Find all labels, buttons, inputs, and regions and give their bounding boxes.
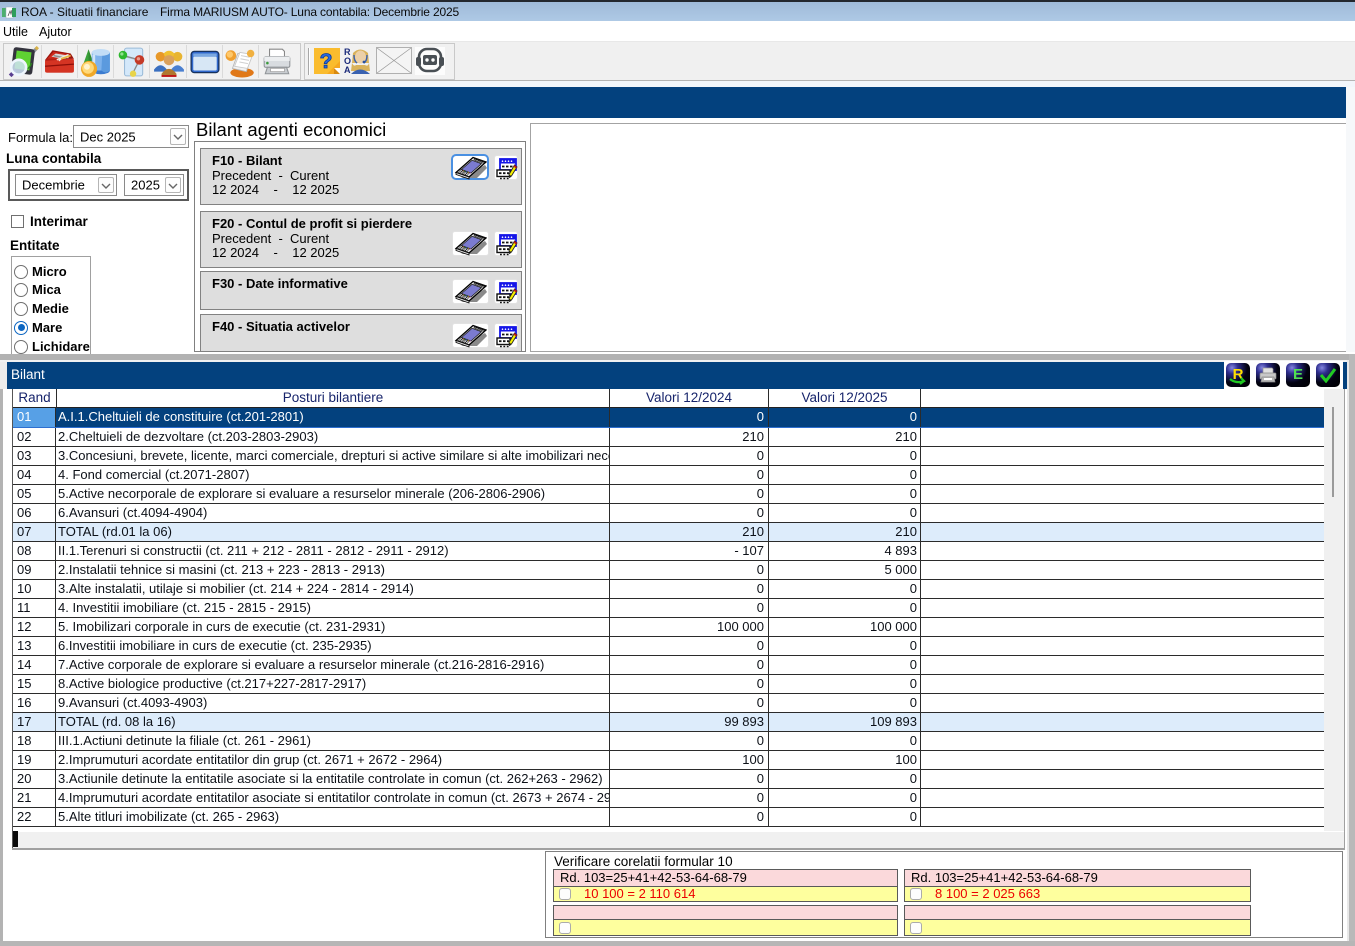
svg-text:?: ?	[320, 50, 333, 73]
svg-text:A: A	[344, 65, 351, 75]
